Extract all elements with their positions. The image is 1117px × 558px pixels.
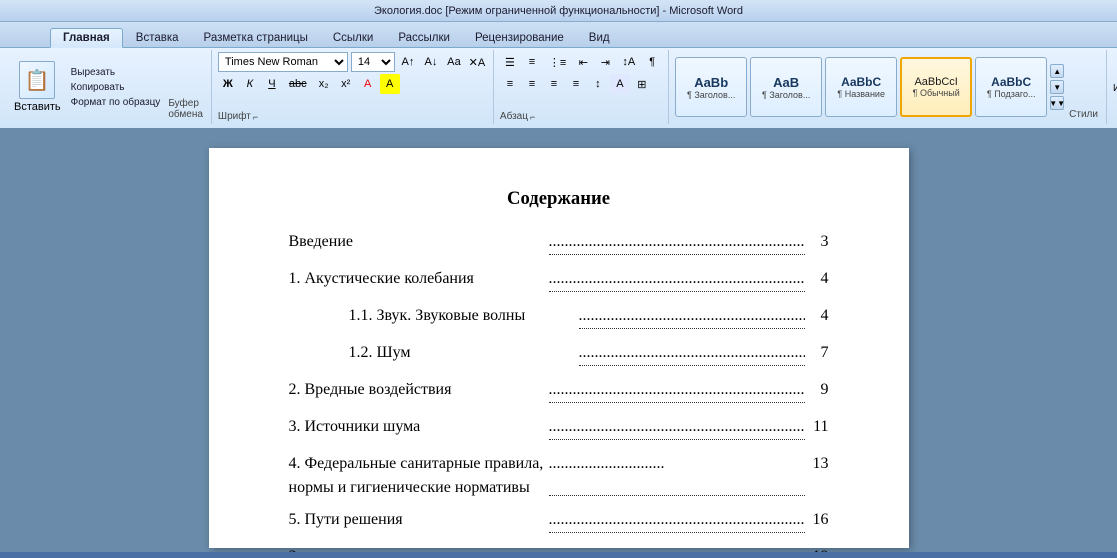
change-case-button[interactable]: Аа bbox=[444, 52, 464, 72]
para-row-2: ≡ ≡ ≡ ≡ ↕ A ⊞ bbox=[500, 74, 662, 94]
styles-group: AaBb ¶ Заголов... AaB ¶ Заголов... AaBbC… bbox=[669, 50, 1107, 124]
line-spacing-button[interactable]: ↕ bbox=[588, 74, 608, 94]
title-bar: Экология.doc [Режим ограниченной функцио… bbox=[0, 0, 1117, 22]
highlight-button[interactable]: A bbox=[380, 74, 400, 94]
tab-glavnaya[interactable]: Главная bbox=[50, 28, 123, 48]
style-normal[interactable]: AaBbCcI ¶ Обычный bbox=[900, 57, 972, 117]
paragraph-group: ☰ ≡ ⋮≡ ⇤ ⇥ ↕A ¶ ≡ ≡ ≡ ≡ ↕ A ⊞ Абзац ⌐ bbox=[494, 50, 669, 124]
style-heading2[interactable]: AaB ¶ Заголов... bbox=[750, 57, 822, 117]
font-size-select[interactable]: 14 bbox=[351, 52, 395, 72]
tab-razmetka[interactable]: Разметка страницы bbox=[192, 29, 320, 47]
numbering-button[interactable]: ≡ bbox=[522, 52, 542, 72]
font-group-label: Шрифт ⌐ bbox=[218, 111, 487, 122]
underline-button[interactable]: Ч bbox=[262, 74, 282, 94]
font-format-row: Ж К Ч аbc x₂ x² А A bbox=[218, 74, 487, 94]
bold-button[interactable]: Ж bbox=[218, 74, 238, 94]
style-heading1[interactable]: AaBb ¶ Заголов... bbox=[675, 57, 747, 117]
toc-container: Введение................................… bbox=[289, 230, 829, 552]
tab-rassylki[interactable]: Рассылки bbox=[386, 29, 462, 47]
style-title[interactable]: AaBbC ¶ Название bbox=[825, 57, 897, 117]
toc-entry: 5. Пути решения.........................… bbox=[289, 508, 829, 537]
align-left-button[interactable]: ≡ bbox=[500, 74, 520, 94]
sort-button[interactable]: ↕A bbox=[617, 52, 640, 72]
clipboard-group: 📋 Вставить Вырезать Копировать Формат по… bbox=[4, 50, 212, 124]
clear-format-button[interactable]: ✕A bbox=[467, 52, 487, 72]
styles-dropdown[interactable]: ▼▼ bbox=[1050, 96, 1064, 110]
toc-entry: 2. Вредные воздействия..................… bbox=[289, 378, 829, 407]
font-row-1: Times New Roman 14 A↑ A↓ Аа ✕A bbox=[218, 52, 487, 72]
styles-scroll: ▲ ▼ ▼▼ bbox=[1050, 64, 1064, 110]
styles-scroll-down[interactable]: ▼ bbox=[1050, 80, 1064, 94]
document-page: Содержание Введение.....................… bbox=[209, 148, 909, 548]
text-color-button[interactable]: А bbox=[358, 74, 378, 94]
toc-title: Содержание bbox=[289, 188, 829, 210]
font-dialog-launcher[interactable]: ⌐ bbox=[253, 112, 258, 122]
toc-entry: 4. Федеральные санитарные правила, нормы… bbox=[289, 452, 829, 500]
font-group: Times New Roman 14 A↑ A↓ Аа ✕A Ж К Ч аbc… bbox=[212, 50, 494, 124]
document-area: Содержание Введение.....................… bbox=[0, 128, 1117, 552]
tab-recenzirovanie[interactable]: Рецензирование bbox=[463, 29, 576, 47]
shading-button[interactable]: A bbox=[610, 74, 630, 94]
borders-button[interactable]: ⊞ bbox=[632, 74, 652, 94]
tab-vstavka[interactable]: Вставка bbox=[124, 29, 191, 47]
toc-entry: Введение................................… bbox=[289, 230, 829, 259]
change-styles-label: Изменить стили bbox=[1113, 83, 1117, 107]
show-marks-button[interactable]: ¶ bbox=[642, 52, 662, 72]
align-center-button[interactable]: ≡ bbox=[522, 74, 542, 94]
paste-button[interactable]: 📋 Вставить bbox=[8, 52, 67, 122]
align-right-button[interactable]: ≡ bbox=[544, 74, 564, 94]
grow-font-button[interactable]: A↑ bbox=[398, 52, 418, 72]
tab-vid[interactable]: Вид bbox=[577, 29, 622, 47]
multilevel-list-button[interactable]: ⋮≡ bbox=[544, 52, 571, 72]
styles-list: AaBb ¶ Заголов... AaB ¶ Заголов... AaBbC… bbox=[675, 57, 1047, 117]
change-styles-button[interactable]: Aa Изменить стили ▼ bbox=[1107, 50, 1117, 124]
tab-ssylki[interactable]: Ссылки bbox=[321, 29, 386, 47]
toc-entry: Заключение..............................… bbox=[289, 545, 829, 552]
toc-entry: 1. Акустические колебания...............… bbox=[289, 267, 829, 296]
para-group-label: Абзац ⌐ bbox=[500, 111, 662, 122]
increase-indent-button[interactable]: ⇥ bbox=[595, 52, 615, 72]
title-text: Экология.doc [Режим ограниченной функцио… bbox=[374, 5, 743, 17]
clipboard-group-label: Буфер обмена bbox=[164, 96, 207, 122]
superscript-button[interactable]: x² bbox=[336, 74, 356, 94]
styles-group-label: Стили bbox=[1067, 107, 1100, 122]
ribbon-tabs: Главная Вставка Разметка страницы Ссылки… bbox=[0, 22, 1117, 48]
styles-scroll-up[interactable]: ▲ bbox=[1050, 64, 1064, 78]
para-row-1: ☰ ≡ ⋮≡ ⇤ ⇥ ↕A ¶ bbox=[500, 52, 662, 72]
decrease-indent-button[interactable]: ⇤ bbox=[573, 52, 593, 72]
cut-button[interactable]: Вырезать bbox=[67, 66, 165, 79]
shrink-font-button[interactable]: A↓ bbox=[421, 52, 441, 72]
paste-icon: 📋 bbox=[19, 61, 55, 99]
ribbon-content: 📋 Вставить Вырезать Копировать Формат по… bbox=[0, 48, 1117, 128]
strikethrough-button[interactable]: аbc bbox=[284, 74, 312, 94]
format-painter-button[interactable]: Формат по образцу bbox=[67, 96, 165, 109]
subscript-button[interactable]: x₂ bbox=[314, 74, 334, 94]
font-name-select[interactable]: Times New Roman bbox=[218, 52, 348, 72]
copy-button[interactable]: Копировать bbox=[67, 81, 165, 94]
toc-entry: 1.1. Звук. Звуковые волны...............… bbox=[289, 304, 829, 333]
para-dialog-launcher[interactable]: ⌐ bbox=[530, 112, 535, 122]
toc-entry: 1.2. Шум................................… bbox=[289, 341, 829, 370]
paste-label: Вставить bbox=[14, 101, 61, 113]
italic-button[interactable]: К bbox=[240, 74, 260, 94]
bullets-button[interactable]: ☰ bbox=[500, 52, 520, 72]
style-subheading[interactable]: AaBbC ¶ Подзаго... bbox=[975, 57, 1047, 117]
clipboard-small-btns: Вырезать Копировать Формат по образцу bbox=[67, 52, 165, 122]
justify-button[interactable]: ≡ bbox=[566, 74, 586, 94]
toc-entry: 3. Источники шума.......................… bbox=[289, 415, 829, 444]
